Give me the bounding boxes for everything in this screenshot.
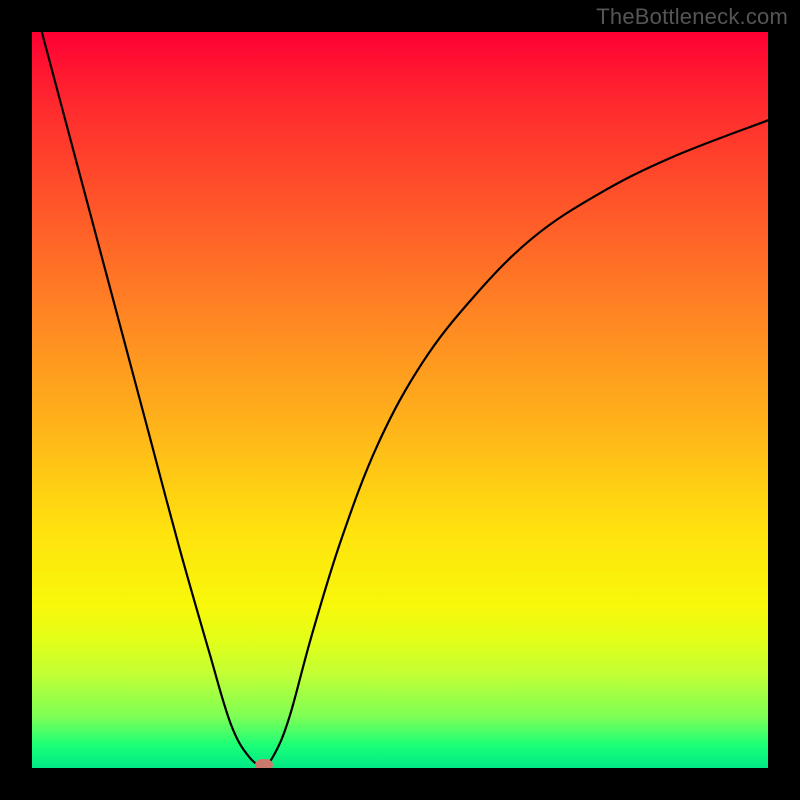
watermark-text: TheBottleneck.com [596,4,788,30]
sweetspot-marker [255,759,273,768]
bottleneck-curve [32,32,768,768]
plot-area [32,32,768,768]
chart-frame: TheBottleneck.com [0,0,800,800]
